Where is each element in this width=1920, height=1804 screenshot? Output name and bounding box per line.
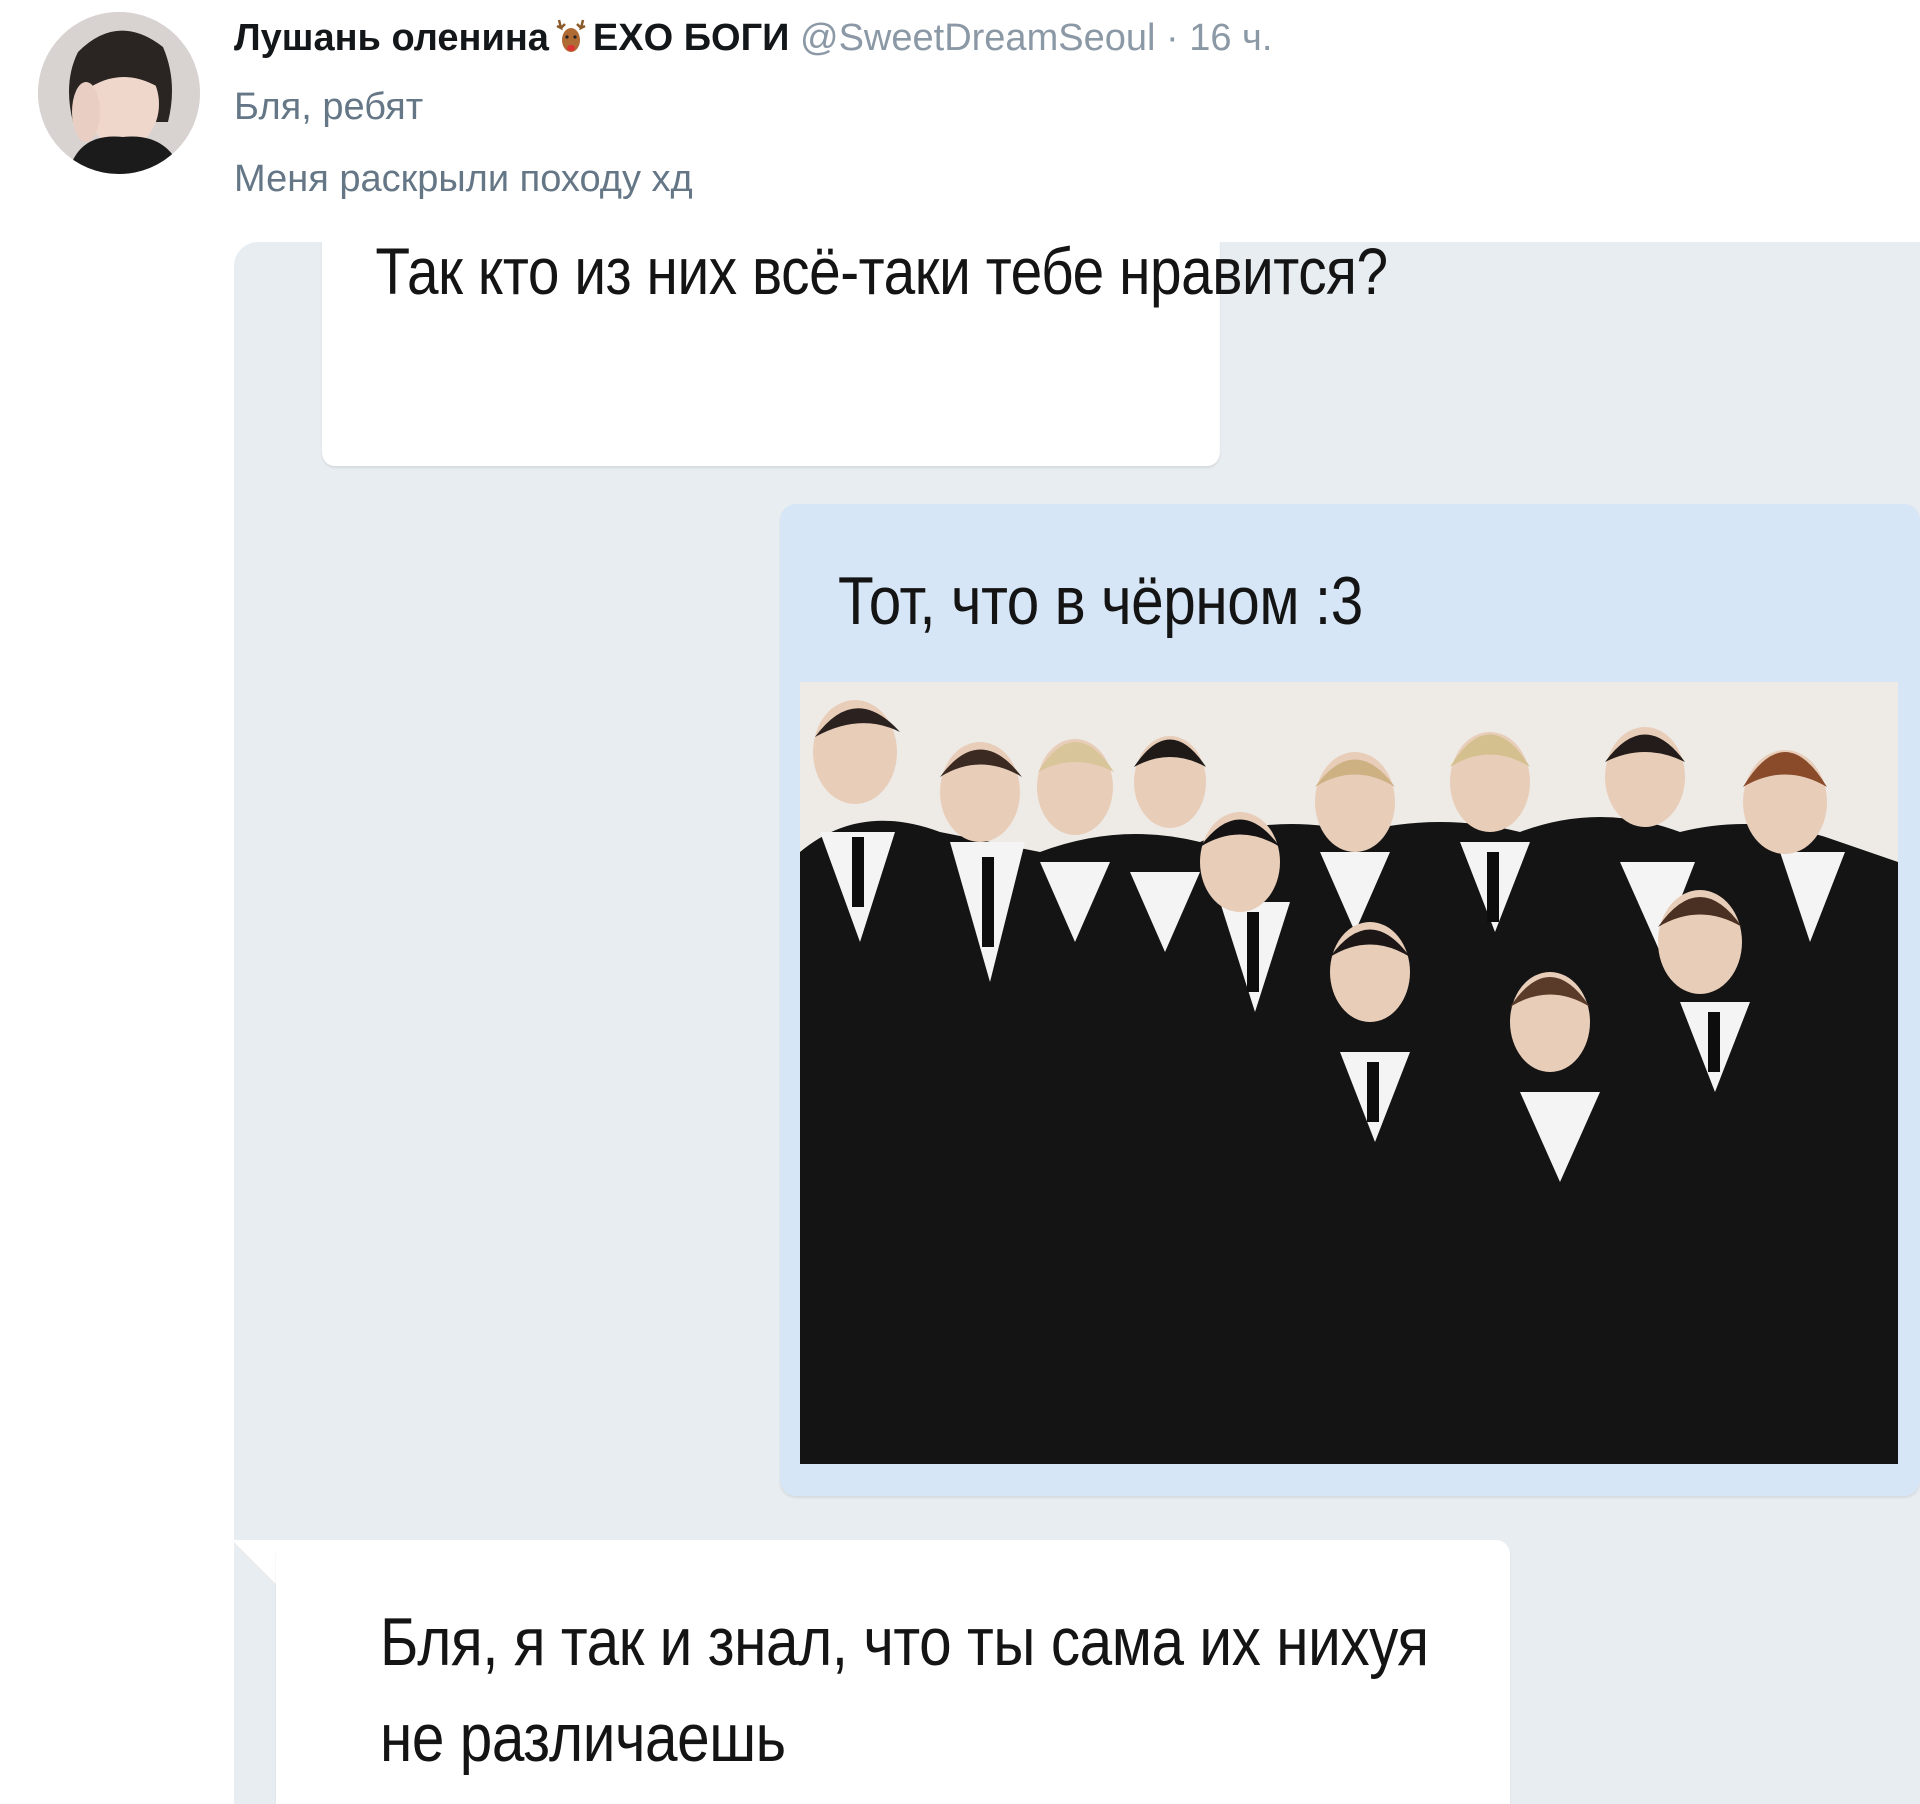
avatar[interactable] <box>38 12 200 174</box>
message-text: Бля, я так и знал, что ты сама их нихуя … <box>380 1604 1429 1776</box>
display-name-suffix: EXO БОГИ <box>592 17 790 59</box>
tweet-header: Лушань оленина EXO БОГИ @SweetDreamSeoul … <box>234 12 1272 64</box>
group-photo[interactable] <box>800 682 1898 1464</box>
tweet-timestamp[interactable]: 16 ч. <box>1189 17 1272 59</box>
display-name[interactable]: Лушань оленина <box>234 17 549 59</box>
chat-screenshot[interactable]: Так кто из них всё-таки тебе нравится? Т… <box>234 242 1920 1804</box>
group-photo-image <box>800 682 1898 1464</box>
avatar-image <box>38 12 200 174</box>
message-text: Так кто из них всё-таки тебе нравится? <box>375 242 1388 308</box>
deer-emoji-icon <box>551 16 591 56</box>
chat-message-incoming: Бля, я так и знал, что ты сама их нихуя … <box>276 1540 1510 1804</box>
message-text: Тот, что в чёрном :3 <box>838 563 1363 639</box>
chat-message-incoming: Так кто из них всё-таки тебе нравится? <box>322 242 1388 466</box>
separator: · <box>1165 17 1179 59</box>
chat-message-outgoing: Тот, что в чёрном :3 <box>780 504 1920 1496</box>
tweet-text-line-2: Меня раскрыли походу хд <box>234 158 693 200</box>
user-handle[interactable]: @SweetDreamSeoul <box>800 17 1155 59</box>
tweet-text-line-1: Бля, ребят <box>234 86 424 128</box>
